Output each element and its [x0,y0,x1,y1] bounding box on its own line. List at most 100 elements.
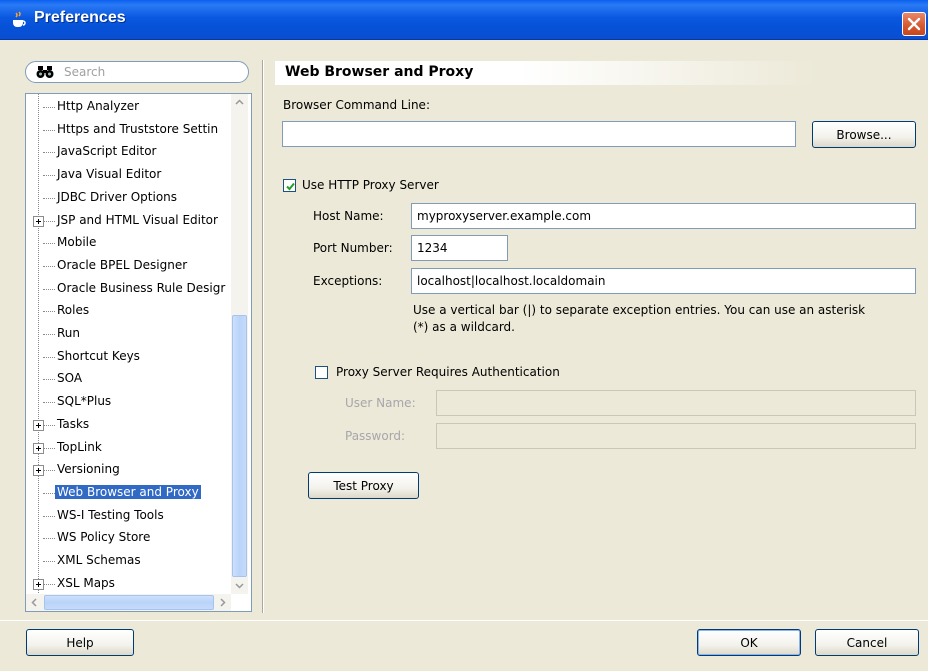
tree-item-label: JavaScript Editor [57,144,157,159]
expand-plus-icon[interactable] [33,578,44,590]
proxy-auth-checkbox[interactable] [315,366,328,379]
tree-connector [43,561,55,562]
tree-connector [43,152,55,154]
tree-item[interactable]: JavaScript Editor [26,141,232,163]
host-name-field[interactable] [411,203,916,229]
user-name-field[interactable] [436,390,916,416]
chevron-left-icon [31,598,37,607]
tree-item-label: Java Visual Editor [57,167,162,182]
search-input[interactable] [64,63,244,81]
footer-separator [0,620,928,621]
preferences-tree[interactable]: Http Analyzer Https and Truststore Settin… [25,93,252,612]
tree-connector [43,334,55,335]
proxy-auth-label[interactable]: Proxy Server Requires Authentication [336,365,560,379]
tree-connector [43,175,55,177]
tree-connector [43,129,55,131]
tree-item-label: WS Policy Store [57,530,151,545]
tree-item-label: WS-I Testing Tools [57,507,164,522]
expand-plus-icon[interactable] [33,215,44,227]
browser-command-line-label: Browser Command Line: [283,98,430,112]
preferences-dialog: Preferences Http Analyzer Https and Trust… [0,0,928,671]
tree-item[interactable]: Java Visual Editor [26,164,232,186]
tree-connector [43,311,55,313]
tree-item-label: JDBC Driver Options [57,189,178,204]
tree-item[interactable]: SQL*Plus [26,391,232,413]
tree-item-label: Http Analyzer [57,99,140,113]
title-bar[interactable]: Preferences [0,0,928,40]
user-name-label: User Name: [345,396,416,410]
chevron-up-icon [235,99,244,105]
tree-item[interactable]: JDBC Driver Options [26,187,232,209]
port-number-field[interactable] [411,235,508,261]
exceptions-help-text-line2: (*) as a wildcard. [413,320,515,334]
tree-item-label: Run [57,326,81,340]
tree-connector [43,470,55,472]
tree-item[interactable]: Run [26,323,232,345]
exceptions-field[interactable] [411,268,916,294]
tree-item[interactable]: Shortcut Keys [26,346,232,368]
tree-item[interactable]: Oracle Business Rule Desigr [26,278,232,300]
vertical-scrollbar[interactable] [231,94,248,594]
scroll-down-button[interactable] [231,577,248,594]
browse-button[interactable]: Browse... [812,121,916,148]
exceptions-help-text-line1: Use a vertical bar (|) to separate excep… [413,303,866,317]
tree-connector [43,515,55,517]
tree-item[interactable]: Mobile [26,232,232,254]
cancel-button[interactable]: Cancel [815,629,919,656]
use-proxy-label[interactable]: Use HTTP Proxy Server [302,178,439,192]
panel-header: Web Browser and Proxy [275,61,817,85]
help-button[interactable]: Help [26,629,134,656]
checkmark-icon [286,182,295,191]
tree-item[interactable]: WS Policy Store [26,527,232,549]
split-pane-divider[interactable] [262,60,264,613]
tree-connector [43,107,55,108]
expand-plus-icon[interactable] [33,442,44,454]
binoculars-icon [36,66,54,78]
close-button[interactable] [902,12,926,36]
exceptions-label: Exceptions: [313,274,383,288]
scroll-left-button[interactable] [26,594,43,611]
tree-connector [43,356,55,358]
tree-item[interactable]: TopLink [26,437,232,459]
tree-item[interactable]: Oracle BPEL Designer [26,255,232,277]
password-field[interactable] [436,423,916,449]
scroll-right-button[interactable] [214,594,231,611]
use-proxy-checkbox[interactable] [283,179,296,192]
password-label: Password: [345,429,406,443]
search-box[interactable] [25,61,249,83]
horizontal-scrollbar[interactable] [26,594,231,611]
tree-connector [43,220,55,222]
tree-item-label: JSP and HTML Visual Editor [57,212,218,227]
ok-button[interactable]: OK [697,629,801,656]
tree-item[interactable]: XSL Maps [26,573,232,595]
tree-item[interactable]: Versioning [26,459,232,481]
scroll-up-button[interactable] [231,94,248,111]
tree-connector [43,424,55,426]
tree-connector [43,379,55,381]
expand-plus-icon[interactable] [33,465,44,477]
coffee-cup-icon [13,11,26,27]
host-name-label: Host Name: [313,209,384,223]
tree-item[interactable]: Http Analyzer [26,96,232,118]
tree-item-label: XSL Maps [57,575,115,590]
vertical-scroll-thumb[interactable] [232,315,247,577]
tree-connector [43,583,55,585]
tree-connector [43,402,55,404]
tree-item-label: Https and Truststore Settin [57,121,219,136]
tree-item-label: Web Browser and Proxy [55,484,201,499]
tree-connector [43,492,55,494]
test-proxy-button[interactable]: Test Proxy [308,472,419,499]
tree-item[interactable]: JSP and HTML Visual Editor [26,210,232,232]
horizontal-scroll-thumb[interactable] [44,595,214,610]
browser-command-line-field[interactable] [282,121,796,147]
tree-item[interactable]: Web Browser and Proxy [26,482,232,504]
tree-item[interactable]: Tasks [26,414,232,436]
expand-plus-icon[interactable] [33,419,44,431]
tree-item[interactable]: SOA [26,368,232,390]
tree-item[interactable]: XML Schemas [26,550,232,572]
tree-item-label: SOA [57,371,83,386]
tree-connector [43,243,55,245]
tree-item[interactable]: Https and Truststore Settin [26,119,232,141]
tree-item[interactable]: WS-I Testing Tools [26,505,232,527]
tree-item[interactable]: Roles [26,300,232,322]
